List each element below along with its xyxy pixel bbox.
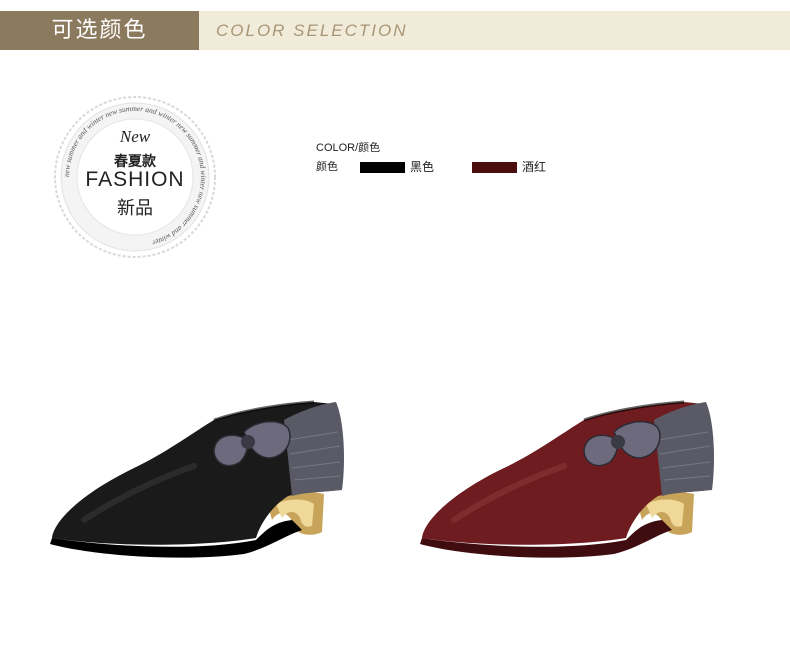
color-name-black: 黑色 <box>410 160 435 174</box>
shoe-illustration <box>420 400 714 558</box>
badge-xinpin-text: 新品 <box>117 198 153 219</box>
badge-fashion-text: FASHION <box>85 168 185 191</box>
color-name-wine: 酒红 <box>522 160 547 174</box>
color-options-title: COLOR/颜色 <box>316 142 381 154</box>
badge-new-text: New <box>119 127 151 146</box>
color-selection-header: 可选颜色 COLOR SELECTION <box>0 11 790 50</box>
header-cn-title: 可选颜色 <box>0 11 199 50</box>
color-swatch-black[interactable] <box>360 162 405 173</box>
black-shoe-image[interactable] <box>44 380 374 570</box>
new-fashion-badge: new summer and winter new summer and win… <box>54 96 216 258</box>
shoe-illustration <box>50 400 344 558</box>
header-en-title: COLOR SELECTION <box>216 21 408 40</box>
color-row-label: 颜色 <box>316 160 338 173</box>
color-swatch-wine[interactable] <box>472 162 517 173</box>
wine-shoe-image[interactable] <box>414 380 744 570</box>
